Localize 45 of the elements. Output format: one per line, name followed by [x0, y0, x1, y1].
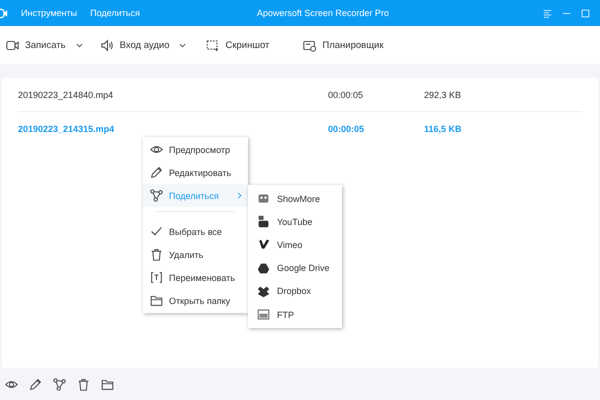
eye-icon: [150, 143, 163, 156]
chevron-icon: [236, 192, 243, 199]
share-icon[interactable]: [53, 378, 66, 390]
caret-icon: [76, 42, 83, 48]
menu-icon[interactable]: [543, 8, 552, 18]
file-duration: 00:00:05: [328, 124, 366, 134]
toolbar-button[interactable]: Скриншот: [204, 38, 272, 52]
crop-icon: [206, 38, 220, 52]
menu-item[interactable]: Переименовать: [143, 266, 248, 289]
folder-icon[interactable]: [101, 378, 114, 390]
pencil-icon: [150, 166, 163, 179]
menu-item[interactable]: Удалить: [143, 243, 248, 266]
camera-icon: [6, 38, 19, 52]
file-duration: 00:00:05: [328, 90, 364, 100]
menu-item[interactable]: FTP: [248, 302, 342, 326]
menu-item[interactable]: ShowMore: [248, 187, 342, 210]
menu-item[interactable]: Открыть папку: [143, 289, 248, 312]
menu-item[interactable]: Vimeo: [248, 233, 342, 257]
toolbar-button[interactable]: Записать: [4, 38, 85, 52]
toolbar-button[interactable]: Планировщик: [301, 38, 386, 52]
menu-item[interactable]: Google Drive: [248, 256, 342, 280]
file-row[interactable]: 20190223_214840.mp4 00:00:05 292,3 KB: [18, 78, 582, 112]
menu-item[interactable]: Dropbox: [248, 280, 342, 303]
share-icon: [150, 189, 163, 202]
file-name: 20190223_214315.mp4: [18, 124, 116, 134]
menu-item[interactable]: Выбрать все: [143, 220, 248, 243]
toolbar-button[interactable]: Вход аудио: [98, 38, 188, 52]
window-title: Apowersoft Screen Recorder Pro: [256, 8, 390, 18]
menu-item[interactable]: YouTube: [248, 210, 342, 234]
menu-item[interactable]: Редактировать: [143, 161, 248, 184]
maximize-icon[interactable]: [581, 8, 590, 18]
checkmark-icon: [150, 225, 163, 238]
trash-icon: [150, 248, 163, 261]
file-size: 292,3 KB: [424, 90, 462, 100]
pencil-icon[interactable]: [29, 378, 42, 390]
server-icon: [257, 308, 270, 322]
face-icon: [257, 192, 270, 206]
speaker-icon: [100, 38, 114, 52]
v-logo-icon: [257, 238, 270, 252]
folder-icon: [150, 294, 163, 307]
trash-icon[interactable]: [77, 378, 90, 390]
file-size: 116,5 KB: [424, 124, 462, 134]
caret-icon: [179, 42, 186, 48]
file-name: 20190223_214840.mp4: [18, 90, 114, 100]
text-icon: [150, 271, 163, 284]
